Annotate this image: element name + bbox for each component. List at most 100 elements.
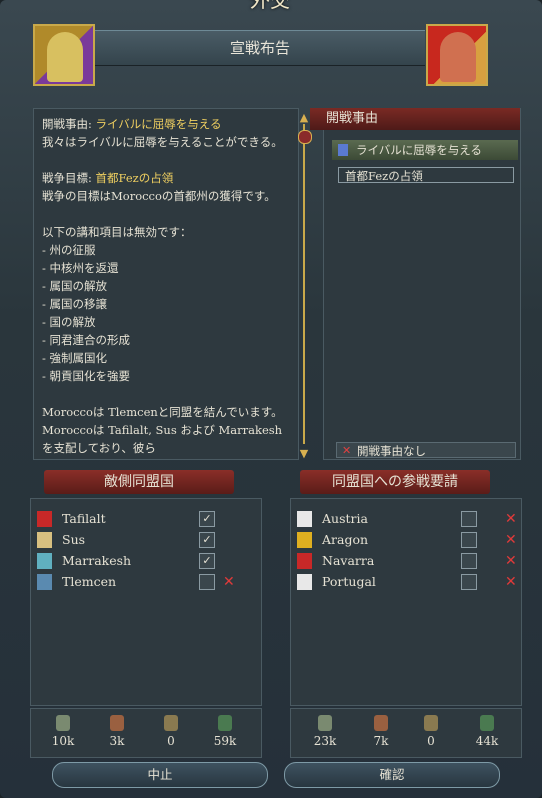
country-name: Austria	[322, 511, 368, 526]
list-item: Austria ✕	[297, 509, 517, 529]
scroll-down-icon[interactable]: ▼	[297, 448, 311, 460]
cavalry-stat: 3k	[97, 709, 137, 749]
ally-requests-list: Austria ✕ Aragon ✕ Navarra ✕ Portugal ✕	[290, 498, 522, 706]
artillery-stat: 0	[411, 709, 451, 749]
artillery-icon	[164, 715, 178, 731]
call-to-arms-checkbox[interactable]	[461, 532, 477, 548]
invalid-item: - 中核州を返還	[42, 261, 119, 275]
cavalry-icon	[110, 715, 124, 731]
call-to-arms-checkbox[interactable]	[461, 574, 477, 590]
country-name: Portugal	[322, 574, 376, 589]
no-casus-belli-item[interactable]: ✕ 開戦事由なし	[336, 442, 516, 458]
scroll-track[interactable]	[303, 124, 305, 444]
alliance-text: Moroccoは Tlemcenと同盟を結んでいます。 Moroccoは Taf…	[42, 405, 283, 455]
war-goal-item[interactable]: 首都Fezの占領	[338, 167, 514, 183]
manpower-stat: 59k	[205, 709, 245, 749]
no-casus-belli-label: 開戦事由なし	[357, 444, 426, 458]
casus-belli-selected[interactable]: ライバルに屈辱を与える	[332, 140, 518, 160]
invalid-item: - 同君連合の形成	[42, 333, 131, 347]
goal-line: 戦争目標: 首都Fezの占領	[42, 169, 290, 187]
cb-description: 我々はライバルに屈辱を与えることができる。	[42, 135, 283, 149]
goal-value: 首都Fezの占領	[95, 171, 174, 185]
casus-belli-panel	[323, 108, 521, 460]
scroll-up-icon[interactable]: ▲	[297, 112, 311, 124]
invalid-title: 以下の講和項目は無効です：	[42, 225, 192, 239]
enemy-allies-list: Tafilalt ✓ Sus ✓ Marrakesh ✓ Tlemcen ✕	[30, 498, 262, 706]
target-flag-portrait	[426, 24, 488, 86]
manpower-icon	[480, 715, 494, 731]
ally-strength-panel: 23k 7k 0 44k	[290, 708, 522, 758]
window-title: 外交	[250, 0, 290, 12]
goal-description: 戦争の目標はMoroccoの首都州の獲得です。	[42, 189, 276, 203]
invalid-item: - 州の征服	[42, 243, 96, 257]
ruler-portrait-icon	[47, 32, 83, 82]
country-name: Aragon	[322, 532, 369, 547]
list-item: Navarra ✕	[297, 551, 517, 571]
list-item: Portugal ✕	[297, 572, 517, 592]
infantry-icon	[318, 715, 332, 731]
manpower-icon	[218, 715, 232, 731]
ally-checkbox[interactable]: ✓	[199, 553, 215, 569]
flag-icon	[37, 553, 52, 569]
list-item: Marrakesh ✓	[37, 551, 257, 571]
casus-belli-header: 開戦事由	[310, 108, 520, 130]
call-to-arms-checkbox[interactable]	[461, 553, 477, 569]
ally-checkbox[interactable]	[199, 574, 215, 590]
casus-belli-selected-label: ライバルに屈辱を与える	[356, 143, 482, 157]
flag-icon	[297, 532, 312, 548]
country-name: Navarra	[322, 553, 375, 568]
ally-checkbox[interactable]: ✓	[199, 511, 215, 527]
ruler-portrait-icon	[440, 32, 476, 82]
list-item: Tlemcen ✕	[37, 572, 257, 592]
enemy-allies-banner: 敵側同盟国	[44, 470, 234, 494]
flag-icon	[338, 144, 348, 156]
scroll-thumb[interactable]	[298, 130, 312, 144]
goal-label: 戦争目標:	[42, 171, 96, 185]
cb-line: 開戦事由: ライバルに屈辱を与える	[42, 115, 290, 133]
diplomacy-window: 外交 宣戦布告 開戦事由: ライバルに屈辱を与える 我々はライバルに屈辱を与える…	[0, 0, 542, 798]
ally-checkbox[interactable]: ✓	[199, 532, 215, 548]
invalid-item: - 強制属国化	[42, 351, 108, 365]
close-icon[interactable]: ✕	[223, 572, 235, 592]
flag-icon	[37, 574, 52, 590]
confirm-button[interactable]: 確認	[284, 762, 500, 788]
ally-requests-banner: 同盟国への参戦要請	[300, 470, 490, 494]
close-icon[interactable]: ✕	[505, 551, 517, 571]
close-icon: ✕	[342, 444, 352, 457]
cavalry-icon	[374, 715, 388, 731]
flag-icon	[297, 574, 312, 590]
invalid-item: - 属国の解放	[42, 279, 108, 293]
list-item: Tafilalt ✓	[37, 509, 257, 529]
close-icon[interactable]: ✕	[505, 530, 517, 550]
cb-label: 開戦事由:	[42, 117, 96, 131]
description-scrollbar[interactable]: ▲ ▼	[297, 112, 312, 460]
artillery-stat: 0	[151, 709, 191, 749]
flag-icon	[37, 532, 52, 548]
page-title: 宣戦布告	[95, 30, 425, 66]
cavalry-stat: 7k	[361, 709, 401, 749]
flag-icon	[37, 511, 52, 527]
invalid-item: - 国の解放	[42, 315, 96, 329]
country-name: Sus	[62, 532, 86, 547]
infantry-stat: 23k	[305, 709, 345, 749]
artillery-icon	[424, 715, 438, 731]
infantry-icon	[56, 715, 70, 731]
cancel-button[interactable]: 中止	[52, 762, 268, 788]
country-name: Marrakesh	[62, 553, 132, 568]
flag-icon	[297, 511, 312, 527]
player-flag-portrait	[33, 24, 95, 86]
flag-icon	[297, 553, 312, 569]
war-description-panel: 開戦事由: ライバルに屈辱を与える 我々はライバルに屈辱を与えることができる。 …	[33, 108, 299, 460]
enemy-strength-panel: 10k 3k 0 59k	[30, 708, 262, 758]
manpower-stat: 44k	[467, 709, 507, 749]
call-to-arms-checkbox[interactable]	[461, 511, 477, 527]
list-item: Sus ✓	[37, 530, 257, 550]
country-name: Tlemcen	[62, 574, 117, 589]
close-icon[interactable]: ✕	[505, 572, 517, 592]
list-item: Aragon ✕	[297, 530, 517, 550]
cb-value: ライバルに屈辱を与える	[95, 117, 222, 131]
invalid-item: - 朝貢国化を強要	[42, 369, 131, 383]
close-icon[interactable]: ✕	[505, 509, 517, 529]
infantry-stat: 10k	[43, 709, 83, 749]
country-name: Tafilalt	[62, 511, 106, 526]
